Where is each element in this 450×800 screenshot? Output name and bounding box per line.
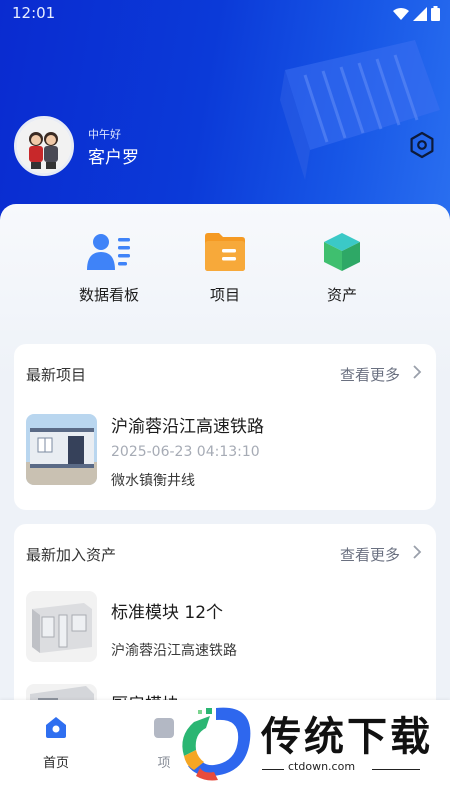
watermark-logo-icon	[182, 707, 251, 781]
project-thumbnail	[26, 414, 97, 485]
status-time: 12:01	[12, 4, 56, 22]
chevron-right-icon[interactable]	[412, 544, 422, 560]
quick-action-label: 数据看板	[78, 286, 139, 304]
quick-action-label: 资产	[326, 286, 357, 304]
watermark-text: 传统下载	[261, 714, 433, 760]
view-more-link[interactable]: 查看更多	[340, 544, 400, 565]
dashboard-users-icon	[87, 234, 130, 270]
watermark-url: ctdown.com	[288, 760, 356, 773]
asset-project: 沪渝蓉沿江高速铁路	[111, 643, 237, 659]
watermark: 传统下载 ctdown.com	[176, 700, 450, 784]
quick-action-dashboard[interactable]: 数据看板	[69, 232, 149, 305]
greeting-text: 中午好	[88, 128, 121, 141]
container-illustration	[280, 40, 440, 180]
card-title: 最新项目	[26, 366, 87, 384]
latest-projects-card: 最新项目 查看更多 沪渝蓉沿江高速铁路 2025-06-23 04:13:10 …	[14, 344, 436, 510]
settings-icon[interactable]	[408, 131, 436, 159]
asset-name: 标准模块 12个	[111, 603, 224, 623]
avatar-image	[17, 119, 71, 173]
card-title: 最新加入资产	[26, 546, 117, 564]
quick-action-label: 项目	[209, 286, 240, 304]
status-icons	[393, 6, 440, 21]
cube-icon	[324, 233, 360, 271]
folder-icon	[205, 233, 245, 271]
asset-thumbnail	[26, 591, 97, 662]
projects-icon	[154, 718, 174, 738]
battery-icon	[431, 6, 440, 21]
watermark-rule	[262, 769, 284, 770]
status-bar: 12:01	[0, 0, 450, 26]
project-name: 沪渝蓉沿江高速铁路	[111, 417, 264, 437]
wifi-icon	[393, 7, 409, 20]
avatar[interactable]	[14, 116, 74, 176]
header-banner: 12:01 中午好 客户罗	[0, 0, 450, 230]
home-icon	[46, 717, 66, 738]
quick-action-assets[interactable]: 资产	[302, 232, 382, 305]
chevron-right-icon[interactable]	[412, 364, 422, 380]
watermark-rule	[372, 769, 420, 770]
latest-assets-card: 最新加入资产 查看更多 标准模块 12个 沪渝蓉沿江高速铁路 厨房模块	[14, 524, 436, 724]
quick-action-projects[interactable]: 项目	[185, 232, 265, 305]
project-time: 2025-06-23 04:13:10	[111, 444, 260, 460]
user-name: 客户罗	[88, 148, 139, 168]
tab-label: 首页	[42, 756, 69, 771]
signal-icon	[413, 6, 427, 21]
view-more-link[interactable]: 查看更多	[340, 364, 400, 385]
project-location: 微水镇衡井线	[111, 473, 195, 489]
tab-home[interactable]: 首页	[26, 714, 86, 771]
